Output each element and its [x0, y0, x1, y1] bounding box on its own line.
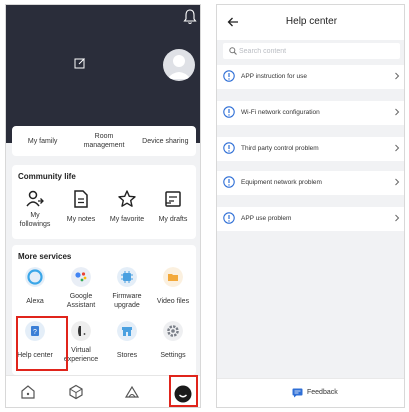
- room-management-button[interactable]: Room management: [73, 132, 134, 150]
- settings-icon: [163, 321, 183, 341]
- chevron-right-icon: [395, 72, 400, 80]
- help-topic-row[interactable]: Third party control problem: [217, 137, 404, 161]
- info-alert-icon: [223, 212, 235, 224]
- me-screen: My family Room management Device sharing…: [5, 4, 201, 408]
- folder-icon: [163, 267, 183, 287]
- help-topic-row[interactable]: Equipment network problem: [217, 171, 404, 195]
- feedback-button[interactable]: Feedback: [217, 378, 404, 407]
- help-center-screen: Help center APP instruction for use Wi-F…: [216, 4, 405, 408]
- page-title: Help center: [285, 16, 338, 27]
- help-topic-row[interactable]: APP use problem: [217, 207, 404, 231]
- help-topic-label: APP instruction for use: [241, 73, 307, 80]
- info-alert-icon: [223, 142, 235, 154]
- chip-icon: [117, 267, 137, 287]
- chevron-right-icon: [395, 178, 400, 186]
- info-alert-icon: [223, 70, 235, 82]
- help-topic-label: Third party control problem: [241, 145, 319, 152]
- search-icon: [229, 47, 237, 55]
- chevron-right-icon: [395, 214, 400, 222]
- my-drafts-label: My drafts: [158, 216, 188, 223]
- google-assistant-label: Google Assistant: [66, 293, 96, 309]
- home-icon[interactable]: [20, 384, 36, 400]
- google-assistant-icon: [71, 267, 91, 287]
- chevron-right-icon: [395, 108, 400, 116]
- alexa-icon: [25, 267, 45, 287]
- stores-label: Stores: [116, 352, 138, 359]
- quick-actions-bar: My family Room management Device sharing: [12, 126, 196, 156]
- help-topic-row[interactable]: APP instruction for use: [217, 65, 404, 89]
- help-topic-label: Equipment network problem: [241, 179, 322, 186]
- app-screens: My family Room management Device sharing…: [0, 0, 409, 412]
- search-bar[interactable]: [223, 43, 400, 59]
- community-life-card: Community life My followings My notes My…: [12, 165, 196, 239]
- settings-label: Settings: [160, 352, 186, 359]
- edit-profile-icon[interactable]: [74, 57, 86, 69]
- store-icon: [117, 321, 137, 341]
- info-alert-icon: [223, 176, 235, 188]
- search-input[interactable]: [239, 45, 389, 57]
- profile-header: [6, 5, 200, 143]
- document-icon: [74, 190, 88, 208]
- help-topic-label: APP use problem: [241, 215, 292, 222]
- user-silhouette-icon: [167, 55, 191, 79]
- more-services-title: More services: [18, 252, 72, 261]
- device-sharing-button[interactable]: Device sharing: [135, 137, 196, 146]
- help-topic-label: Wi-Fi network configuration: [241, 109, 320, 116]
- avatar[interactable]: [163, 49, 195, 81]
- firmware-upgrade-label: Firmware upgrade: [112, 293, 142, 309]
- help-center-header: Help center: [217, 5, 404, 40]
- star-icon: [118, 190, 136, 207]
- virtual-device-icon: [71, 321, 91, 341]
- scene-icon[interactable]: [124, 384, 140, 400]
- drafts-icon: [165, 191, 181, 207]
- help-center-highlight-box: [16, 316, 68, 371]
- person-follow-icon: [26, 190, 44, 207]
- me-tab-highlight-box: [169, 375, 198, 407]
- chevron-right-icon: [395, 144, 400, 152]
- feedback-chat-icon: [292, 388, 303, 398]
- video-files-label: Video files: [156, 298, 190, 305]
- info-alert-icon: [223, 106, 235, 118]
- feedback-label: Feedback: [307, 389, 338, 396]
- my-family-button[interactable]: My family: [12, 137, 73, 146]
- my-notes-label: My notes: [66, 216, 96, 223]
- my-followings-label: My followings: [19, 212, 51, 228]
- alexa-label: Alexa: [26, 298, 44, 305]
- my-favorite-label: My favorite: [109, 216, 145, 223]
- device-cube-icon[interactable]: [68, 384, 84, 400]
- help-topic-row[interactable]: Wi-Fi network configuration: [217, 101, 404, 125]
- notification-bell-icon[interactable]: [182, 8, 198, 26]
- community-life-title: Community life: [18, 172, 76, 181]
